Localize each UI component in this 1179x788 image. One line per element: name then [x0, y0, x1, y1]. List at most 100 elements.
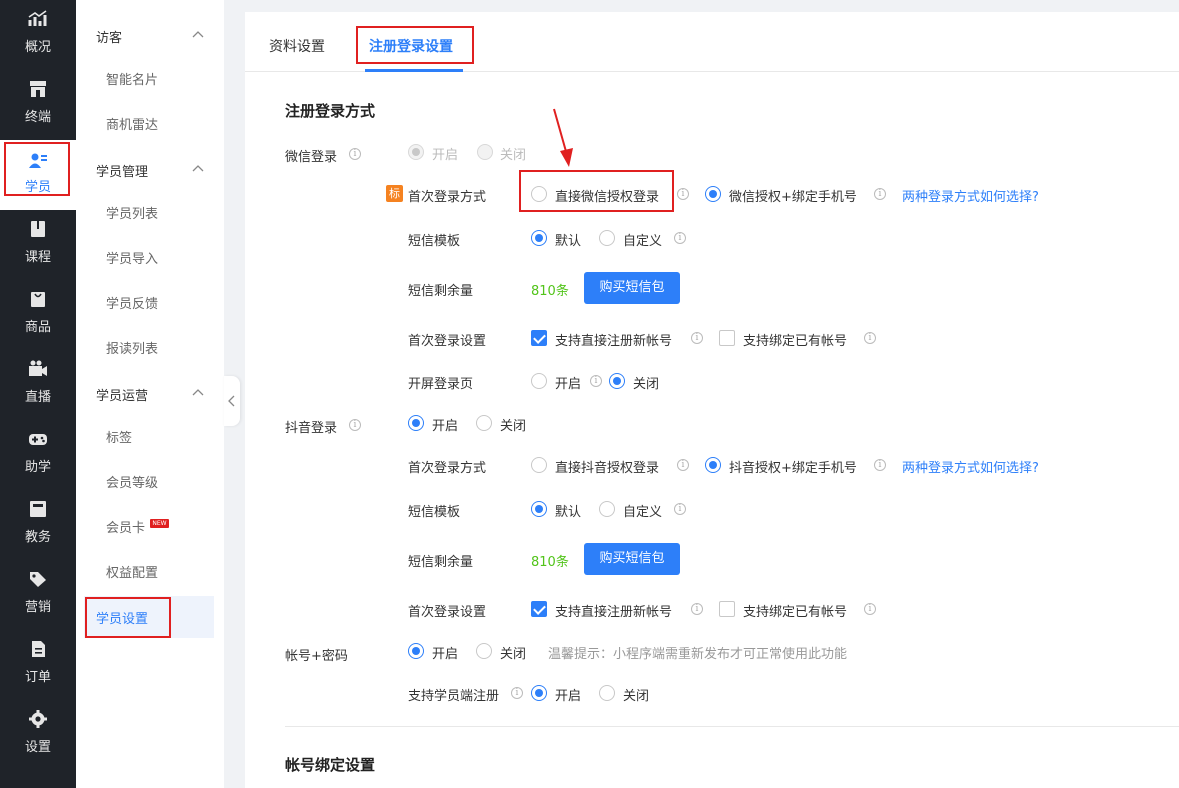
splash-off-radio[interactable]	[609, 373, 625, 389]
bag-icon	[31, 292, 45, 307]
rail-item-academic[interactable]: 教务	[0, 490, 76, 560]
submenu-item-member-card[interactable]: 会员卡	[106, 517, 145, 536]
collapse-handle[interactable]	[224, 376, 240, 426]
standard-tag: 标	[386, 185, 403, 202]
douyin-auth-phone-radio[interactable]	[705, 457, 721, 473]
student-register-off-label: 关闭	[623, 689, 650, 704]
submenu-item-student-feedback[interactable]: 学员反馈	[106, 293, 158, 312]
douyin-buy-sms-button[interactable]: 购买短信包	[584, 543, 680, 575]
info-icon[interactable]: i	[590, 375, 602, 387]
info-icon[interactable]: i	[349, 419, 361, 431]
douyin-sms-custom-label: 自定义	[623, 505, 663, 520]
chevron-up-icon[interactable]	[191, 386, 205, 400]
info-icon[interactable]: i	[674, 503, 686, 515]
student-register-on-label: 开启	[555, 689, 582, 704]
douyin-sms-left-value: 810条	[531, 555, 569, 570]
rail-label: 助学	[24, 460, 51, 475]
rail-item-goods[interactable]: 商品	[0, 280, 76, 350]
info-icon[interactable]: i	[511, 687, 523, 699]
wechat-sms-custom-radio[interactable]	[599, 230, 615, 246]
rail-item-settings[interactable]: 设置	[0, 700, 76, 770]
red-arrow	[553, 108, 573, 167]
highlight-box	[356, 26, 474, 64]
douyin-auth-phone-label: 抖音授权+绑定手机号	[729, 461, 857, 476]
wechat-bind-existing-checkbox[interactable]	[719, 330, 735, 346]
rail-item-students[interactable]: 学员	[0, 140, 76, 210]
chevron-up-icon[interactable]	[191, 162, 205, 176]
rail-label: 商品	[24, 320, 51, 335]
wechat-sms-default-label: 默认	[555, 234, 582, 249]
chevron-left-icon	[228, 395, 235, 407]
wechat-buy-sms-button[interactable]: 购买短信包	[584, 272, 680, 304]
sub-menu: 访客 智能名片 商机雷达 学员管理 学员列表 学员导入 学员反馈 报读列表 学员…	[76, 0, 224, 788]
submenu-item-enrollment-list[interactable]: 报读列表	[106, 338, 158, 357]
douyin-off-radio[interactable]	[476, 415, 492, 431]
info-icon[interactable]: i	[874, 459, 886, 471]
account-on-radio[interactable]	[408, 643, 424, 659]
submenu-group-student-mgmt[interactable]: 学员管理	[96, 161, 148, 180]
wechat-register-new-checkbox[interactable]	[531, 330, 547, 346]
account-off-label: 关闭	[500, 647, 527, 662]
account-off-radio[interactable]	[476, 643, 492, 659]
splash-on-label: 开启	[555, 377, 582, 392]
wechat-first-login-label: 首次登录方式	[408, 190, 487, 205]
submenu-item-member-level[interactable]: 会员等级	[106, 472, 158, 491]
douyin-help-link[interactable]: 两种登录方式如何选择?	[902, 457, 1039, 476]
douyin-bind-existing-checkbox[interactable]	[719, 601, 735, 617]
splash-on-radio[interactable]	[531, 373, 547, 389]
submenu-item-benefits[interactable]: 权益配置	[106, 562, 158, 581]
submenu-group-student-ops[interactable]: 学员运营	[96, 385, 148, 404]
submenu-item-student-list[interactable]: 学员列表	[106, 203, 158, 222]
wechat-help-link[interactable]: 两种登录方式如何选择?	[902, 186, 1039, 205]
douyin-on-radio[interactable]	[408, 415, 424, 431]
douyin-first-login-label: 首次登录方式	[408, 461, 487, 476]
info-icon[interactable]: i	[691, 332, 703, 344]
rail-item-orders[interactable]: 订单	[0, 630, 76, 700]
wechat-auth-phone-radio[interactable]	[705, 186, 721, 202]
douyin-register-new-checkbox[interactable]	[531, 601, 547, 617]
rail-item-marketing[interactable]: 营销	[0, 560, 76, 630]
rail-label: 终端	[24, 110, 51, 125]
rail-item-terminal[interactable]: 终端	[0, 70, 76, 140]
submenu-item-student-import[interactable]: 学员导入	[106, 248, 158, 267]
rail-label: 订单	[24, 670, 51, 685]
highlight-box	[4, 142, 70, 196]
tab-profile-settings[interactable]: 资料设置	[269, 36, 325, 56]
info-icon[interactable]: i	[864, 603, 876, 615]
rail-item-assist[interactable]: 助学	[0, 420, 76, 490]
info-icon[interactable]: i	[674, 232, 686, 244]
submenu-item-opportunity-radar[interactable]: 商机雷达	[106, 114, 158, 133]
student-register-on-radio[interactable]	[531, 685, 547, 701]
info-icon[interactable]: i	[874, 188, 886, 200]
chevron-up-icon[interactable]	[191, 28, 205, 42]
wechat-on-radio[interactable]	[408, 144, 424, 160]
highlight-box	[519, 170, 674, 212]
rail-item-overview[interactable]: 概况	[0, 0, 76, 70]
info-icon[interactable]: i	[677, 459, 689, 471]
douyin-sms-custom-radio[interactable]	[599, 501, 615, 517]
tab-bar: 资料设置 注册登录设置	[245, 12, 1179, 72]
section-title-account-binding: 帐号绑定设置	[285, 756, 376, 774]
rail-label: 直播	[24, 390, 51, 405]
submenu-item-tags[interactable]: 标签	[106, 427, 132, 446]
submenu-group-visitors[interactable]: 访客	[96, 27, 122, 46]
info-icon[interactable]: i	[864, 332, 876, 344]
douyin-sms-default-radio[interactable]	[531, 501, 547, 517]
douyin-register-new-label: 支持直接注册新帐号	[555, 605, 673, 620]
rail-label: 营销	[24, 600, 51, 615]
info-icon[interactable]: i	[349, 148, 361, 160]
wechat-sms-template-label: 短信模板	[408, 234, 461, 249]
account-password-label: 帐号+密码	[285, 649, 348, 664]
wechat-sms-default-radio[interactable]	[531, 230, 547, 246]
douyin-sms-template-label: 短信模板	[408, 505, 461, 520]
info-icon[interactable]: i	[691, 603, 703, 615]
info-icon[interactable]: i	[677, 188, 689, 200]
book-icon	[31, 221, 45, 237]
wechat-off-radio[interactable]	[477, 144, 493, 160]
rail-item-live[interactable]: 直播	[0, 350, 76, 420]
submenu-item-smart-card[interactable]: 智能名片	[106, 69, 158, 88]
douyin-off-label: 关闭	[500, 419, 527, 434]
student-register-off-radio[interactable]	[599, 685, 615, 701]
rail-item-courses[interactable]: 课程	[0, 210, 76, 280]
douyin-direct-auth-radio[interactable]	[531, 457, 547, 473]
